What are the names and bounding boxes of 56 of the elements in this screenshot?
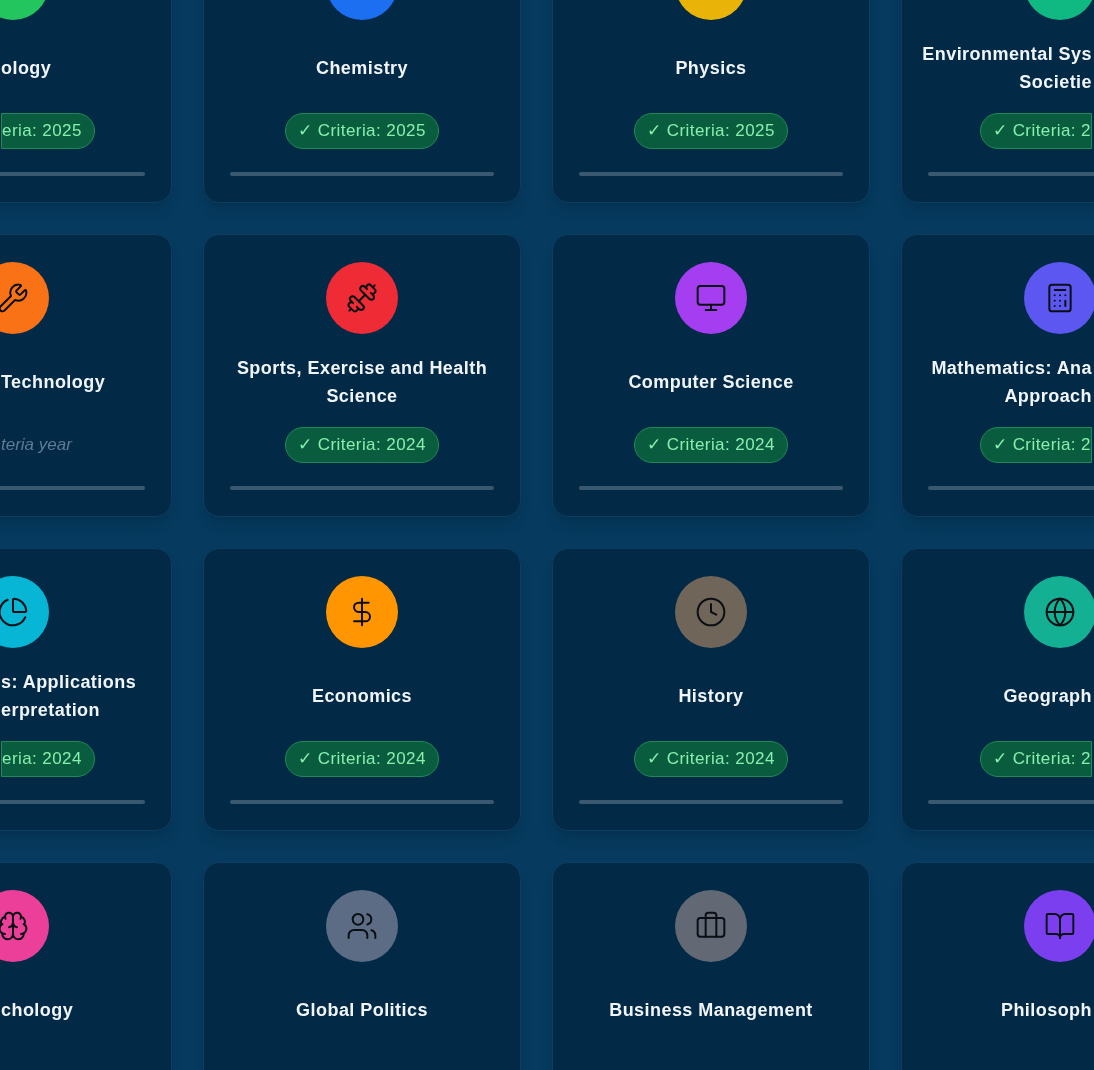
subject-card[interactable]: Business Management (552, 862, 870, 1070)
subject-card[interactable]: Technology teria year (0, 234, 172, 517)
subject-title: Chemistry (315, 57, 409, 80)
subject-title: ology (1, 57, 52, 80)
subject-title: Mathematics: Ana (931, 357, 1092, 380)
subject-title: Economics (311, 685, 413, 708)
subject-card[interactable]: Philosoph (901, 862, 1094, 1070)
criteria-badge: ✓ Criteria: 2025 (634, 113, 788, 149)
wrench-icon (0, 282, 29, 314)
subject-card[interactable]: Economics ✓ Criteria: 2024 (203, 548, 521, 831)
subject-card[interactable]: chology (0, 862, 172, 1070)
criteria-badge: ✓ Criteria: 2 (980, 741, 1092, 777)
subject-title: chology (1, 999, 74, 1022)
criteria-badge: ✓ Criteria: 2 (980, 427, 1092, 463)
criteria-badge: ✓ Criteria: 2024 (285, 741, 439, 777)
pie-chart-icon (0, 596, 29, 628)
subject-title: Societie (1019, 71, 1092, 94)
subject-title: Global Politics (296, 999, 428, 1022)
dumbbell-icon (346, 282, 378, 314)
criteria-badge: ✓ Criteria: 2 (980, 113, 1092, 149)
monitor-icon (695, 282, 727, 314)
subject-title: Business Management (609, 999, 813, 1022)
criteria-badge: ✓ Criteria: 2024 (634, 427, 788, 463)
book-icon (1044, 910, 1076, 942)
clock-icon (695, 596, 727, 628)
subject-card[interactable]: Geograph ✓ Criteria: 2 (901, 548, 1094, 831)
criteria-badge: ✓ Criteria: 2024 (285, 427, 439, 463)
subject-title: Technology (1, 371, 106, 394)
subject-card[interactable]: s: Applications erpretation eria: 2024 (0, 548, 172, 831)
subject-title: History (678, 685, 744, 708)
brain-icon (0, 910, 29, 942)
subject-card[interactable]: ology eria: 2025 (0, 0, 172, 203)
globe-icon (1044, 596, 1076, 628)
criteria-badge: ✓ Criteria: 2024 (634, 741, 788, 777)
subject-title: Philosoph (1000, 999, 1092, 1022)
subject-title: Sports, Exercise and Health Science (235, 357, 489, 408)
subject-card[interactable]: Computer Science ✓ Criteria: 2024 (552, 234, 870, 517)
people-icon (346, 910, 378, 942)
subject-title: Environmental Sys (922, 43, 1092, 66)
subject-title: Geograph (1003, 685, 1092, 708)
subject-title: Computer Science (628, 371, 794, 394)
subject-title: s: Applications (1, 671, 137, 694)
subject-card[interactable]: Global Politics (203, 862, 521, 1070)
no-criteria-text: teria year (1, 434, 72, 457)
subject-card[interactable]: Sports, Exercise and Health Science ✓ Criteria: 2024 (203, 234, 521, 517)
subject-card[interactable]: Mathematics: Ana Approach ✓ Criteria: 2 (901, 234, 1094, 517)
subject-card[interactable]: Chemistry ✓ Criteria: 2025 (203, 0, 521, 203)
subject-title: Approach (1004, 385, 1092, 408)
criteria-badge: eria: 2024 (1, 741, 95, 777)
subject-card[interactable]: History ✓ Criteria: 2024 (552, 548, 870, 831)
criteria-badge: eria: 2025 (1, 113, 95, 149)
criteria-badge: ✓ Criteria: 2025 (285, 113, 439, 149)
subject-title: Physics (675, 57, 747, 80)
subject-title: erpretation (1, 699, 100, 722)
subject-card[interactable]: Environmental Sys Societie ✓ Criteria: 2 (901, 0, 1094, 203)
subject-card[interactable]: Physics ✓ Criteria: 2025 (552, 0, 870, 203)
